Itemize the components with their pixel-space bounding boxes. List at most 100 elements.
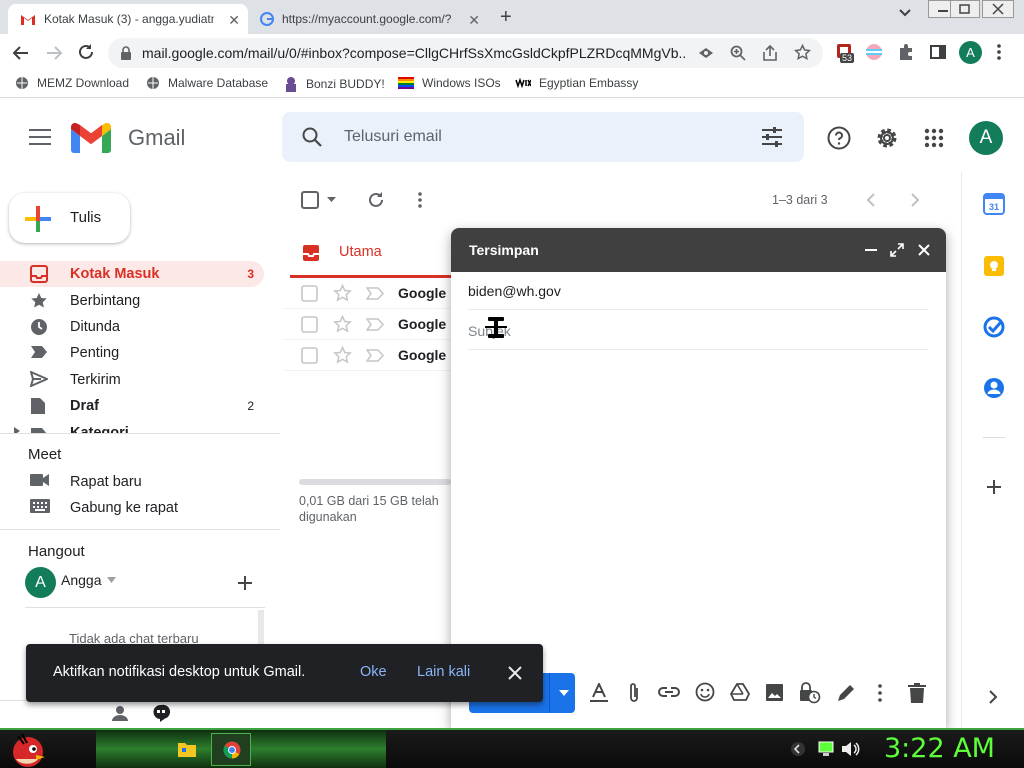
extension-shield-icon[interactable]: 53 [835,43,855,63]
fullscreen-icon[interactable] [890,243,904,257]
search-options-icon[interactable] [761,127,783,147]
network-icon[interactable] [817,740,835,758]
nav-inbox[interactable]: Kotak Masuk 3 [0,261,264,287]
google-apps-icon[interactable] [924,128,944,148]
taskbar-clock[interactable]: 3:22 AM [884,733,995,764]
extensions-puzzle-icon[interactable] [897,43,915,61]
row-important-icon[interactable] [366,318,384,331]
nav-starred[interactable]: Berbintang [0,288,264,314]
show-side-panel-chevron-icon[interactable] [988,689,998,705]
new-tab-button[interactable]: + [500,6,512,29]
zoom-icon[interactable] [730,45,746,61]
eye-icon[interactable] [698,46,714,60]
file-explorer-icon[interactable] [178,741,196,757]
refresh-icon[interactable] [367,191,385,209]
confidential-mode-icon[interactable] [799,682,821,704]
tasks-icon[interactable] [983,316,1005,338]
minimize-icon[interactable] [865,249,877,252]
account-avatar[interactable]: A [969,121,1003,155]
bookmark-malware-db[interactable]: Malware Database [146,76,268,90]
attach-paperclip-icon[interactable] [628,682,640,704]
close-tab-icon[interactable]: ✕ [228,12,240,29]
main-menu-icon[interactable] [29,129,51,145]
chrome-taskbar-button[interactable] [211,733,251,766]
prev-page-icon[interactable] [866,193,876,207]
back-arrow-icon[interactable] [12,44,30,62]
snackbar-ok-button[interactable]: Oke [360,664,387,680]
restore-window-button[interactable] [950,0,980,18]
text-format-icon[interactable] [590,683,608,703]
tab-primary[interactable]: Utama [290,230,455,278]
status-dropdown-icon[interactable] [107,577,116,583]
profile-avatar[interactable]: A [959,41,982,64]
address-bar[interactable]: mail.google.com/mail/u/0/#inbox?compose=… [108,38,823,68]
google-drive-icon[interactable] [730,683,750,701]
email-row[interactable]: Google [283,340,453,371]
forward-arrow-icon[interactable] [45,44,63,62]
nav-sent[interactable]: Terkirim [0,367,264,393]
row-checkbox[interactable] [301,316,318,333]
nav-categories[interactable]: Kategori [0,422,264,433]
volume-icon[interactable] [840,740,860,758]
send-options-dropdown-icon[interactable] [559,690,569,696]
compose-header[interactable]: Tersimpan [451,228,946,272]
more-actions-icon[interactable] [417,191,423,209]
person-icon[interactable] [112,705,128,721]
bookmark-bonzi[interactable]: Bonzi BUDDY! [284,76,385,92]
row-checkbox[interactable] [301,347,318,364]
insert-link-icon[interactable] [658,685,680,699]
snackbar-later-button[interactable]: Lain kali [417,664,470,680]
more-options-icon[interactable] [878,684,882,702]
search-icon[interactable] [302,127,322,147]
row-star-icon[interactable] [333,315,352,334]
bookmark-windows-isos[interactable]: Windows ISOs [398,76,501,90]
nav-drafts[interactable]: Draf 2 [0,393,264,419]
calendar-icon[interactable]: 31 [983,193,1005,215]
tab-myaccount[interactable]: https://myaccount.google.com/? ✕ [250,4,488,34]
nav-snoozed[interactable]: Ditunda [0,314,264,340]
hangout-user-avatar[interactable]: A [25,567,56,598]
meet-join-meeting[interactable]: Gabung ke rapat [0,495,264,521]
close-tab-icon[interactable]: ✕ [468,12,480,29]
bookmark-star-icon[interactable] [794,44,811,61]
close-icon[interactable] [918,244,930,256]
flag-extension-icon[interactable] [865,43,883,61]
bookmark-egyptian-embassy[interactable]: Egyptian Embassy [515,76,638,90]
select-dropdown-icon[interactable] [327,197,336,202]
help-icon[interactable] [827,126,851,150]
search-input[interactable]: Telusuri email [344,128,442,146]
new-chat-plus-icon[interactable] [237,575,253,591]
email-row[interactable]: Google [283,278,453,309]
discard-trash-icon[interactable] [908,683,926,703]
reload-icon[interactable] [77,43,95,61]
kebab-menu-icon[interactable] [996,43,1002,61]
recipients-field[interactable]: biden@wh.gov [468,272,928,310]
row-star-icon[interactable] [333,346,352,365]
compose-button[interactable]: Tulis [9,193,130,243]
tray-expand-icon[interactable] [790,741,806,757]
nav-important[interactable]: Penting [0,340,264,366]
contacts-icon[interactable] [983,377,1005,399]
angry-bird-start-icon[interactable] [8,730,48,768]
row-important-icon[interactable] [366,349,384,362]
search-bar[interactable]: Telusuri email [282,112,804,162]
signature-pen-icon[interactable] [836,683,856,703]
email-row[interactable]: Google [283,309,453,340]
row-important-icon[interactable] [366,287,384,300]
tab-search-chevron-icon[interactable] [898,8,912,18]
hangouts-chat-icon[interactable] [152,704,170,722]
subject-field[interactable]: Subjek [468,312,928,350]
settings-gear-icon[interactable] [875,126,899,150]
tab-gmail[interactable]: Kotak Masuk (3) - angga.yudiatm ✕ [8,4,248,34]
hangout-user-name[interactable]: Angga [61,572,101,588]
close-window-button[interactable] [982,0,1014,18]
insert-photo-icon[interactable] [765,683,784,702]
bookmark-memz[interactable]: MEMZ Download [15,76,129,90]
gmail-logo-icon[interactable] [71,123,111,153]
next-page-icon[interactable] [910,193,920,207]
row-star-icon[interactable] [333,284,352,303]
side-panel-icon[interactable] [929,43,947,61]
keep-icon[interactable] [983,255,1005,277]
meet-new-meeting[interactable]: Rapat baru [0,469,264,495]
emoji-icon[interactable] [695,682,715,702]
